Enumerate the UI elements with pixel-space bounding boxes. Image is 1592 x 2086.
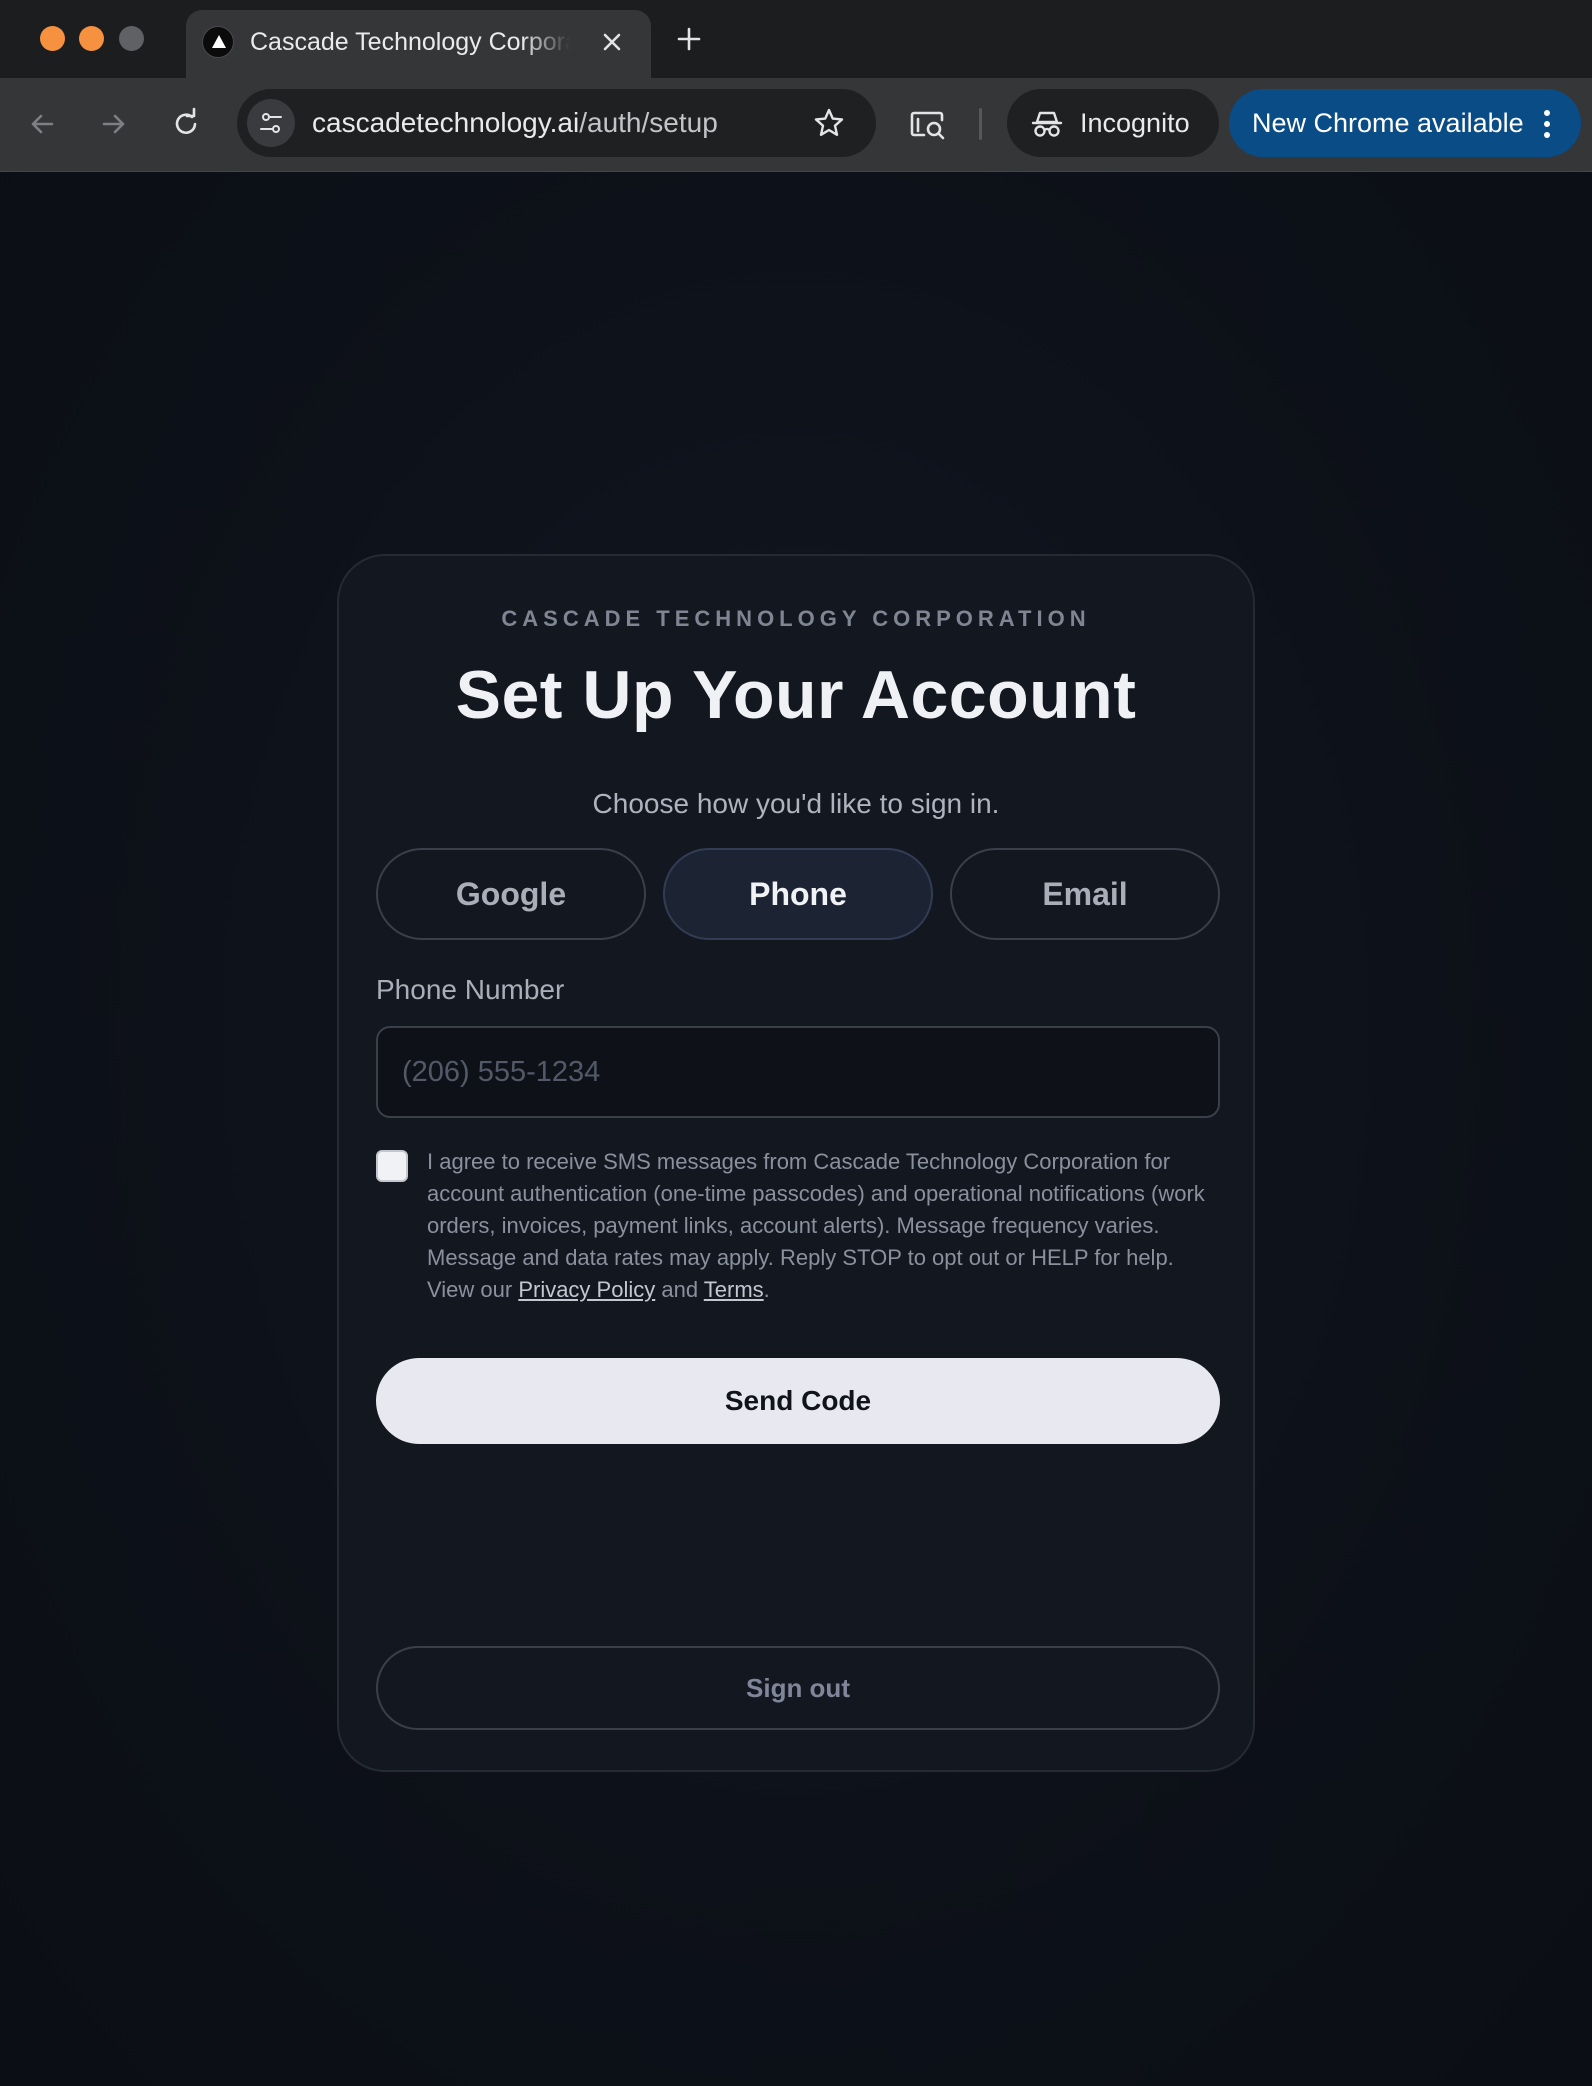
sms-consent-text: I agree to receive SMS messages from Cas… <box>427 1146 1227 1306</box>
update-label: New Chrome available <box>1252 108 1524 138</box>
tab-search-icon[interactable] <box>910 109 946 141</box>
consent-and-text: and <box>655 1277 704 1302</box>
minimize-window-button[interactable] <box>79 26 104 51</box>
tab-title: Cascade Technology Corporation <box>250 28 570 56</box>
sms-consent-checkbox[interactable] <box>376 1150 408 1182</box>
privacy-policy-link[interactable]: Privacy Policy <box>518 1277 655 1302</box>
back-arrow-icon[interactable] <box>24 106 60 142</box>
new-tab-plus-icon[interactable] <box>674 24 704 54</box>
close-window-button[interactable] <box>40 26 65 51</box>
browser-toolbar: cascadetechnology.ai/auth/setup Incognit… <box>0 78 1592 172</box>
url-path: /auth/setup <box>579 107 718 138</box>
send-code-button[interactable]: Send Code <box>376 1358 1220 1444</box>
company-eyebrow: CASCADE TECHNOLOGY CORPORATION <box>501 606 1091 631</box>
toolbar-divider <box>979 108 982 140</box>
page-title: Set Up Your Account <box>455 657 1137 733</box>
forward-arrow-icon[interactable] <box>96 106 132 142</box>
method-google-button[interactable]: Google <box>376 848 646 940</box>
url-text: cascadetechnology.ai/auth/setup <box>312 103 718 143</box>
method-phone-button[interactable]: Phone <box>663 848 933 940</box>
address-bar[interactable]: cascadetechnology.ai/auth/setup <box>237 89 876 157</box>
phone-number-label: Phone Number <box>376 974 565 1005</box>
sign-out-button[interactable]: Sign out <box>376 1646 1220 1730</box>
site-settings-icon[interactable] <box>247 99 295 147</box>
maximize-window-button[interactable] <box>119 26 144 51</box>
incognito-label: Incognito <box>1080 108 1190 138</box>
bookmark-star-icon[interactable] <box>813 107 845 139</box>
close-icon[interactable] <box>600 30 624 54</box>
more-menu-icon[interactable] <box>1542 109 1552 139</box>
consent-period: . <box>763 1277 770 1302</box>
phone-number-input[interactable] <box>376 1026 1220 1118</box>
chrome-update-button[interactable]: New Chrome available <box>1229 89 1581 157</box>
account-setup-card: CASCADE TECHNOLOGY CORPORATION Set Up Yo… <box>337 554 1255 1772</box>
incognito-indicator[interactable]: Incognito <box>1007 89 1219 157</box>
incognito-icon <box>1031 111 1063 137</box>
triangle-logo-icon <box>202 26 234 58</box>
url-domain: cascadetechnology.ai <box>312 107 580 138</box>
page-viewport: CASCADE TECHNOLOGY CORPORATION Set Up Yo… <box>0 172 1592 2086</box>
browser-tab-active[interactable]: Cascade Technology Corporation <box>186 10 651 78</box>
page-subtitle: Choose how you'd like to sign in. <box>592 788 1000 819</box>
reload-icon[interactable] <box>168 106 204 142</box>
terms-link[interactable]: Terms <box>704 1277 764 1302</box>
method-email-button[interactable]: Email <box>950 848 1220 940</box>
browser-tab-strip: Cascade Technology Corporation <box>0 0 1592 78</box>
